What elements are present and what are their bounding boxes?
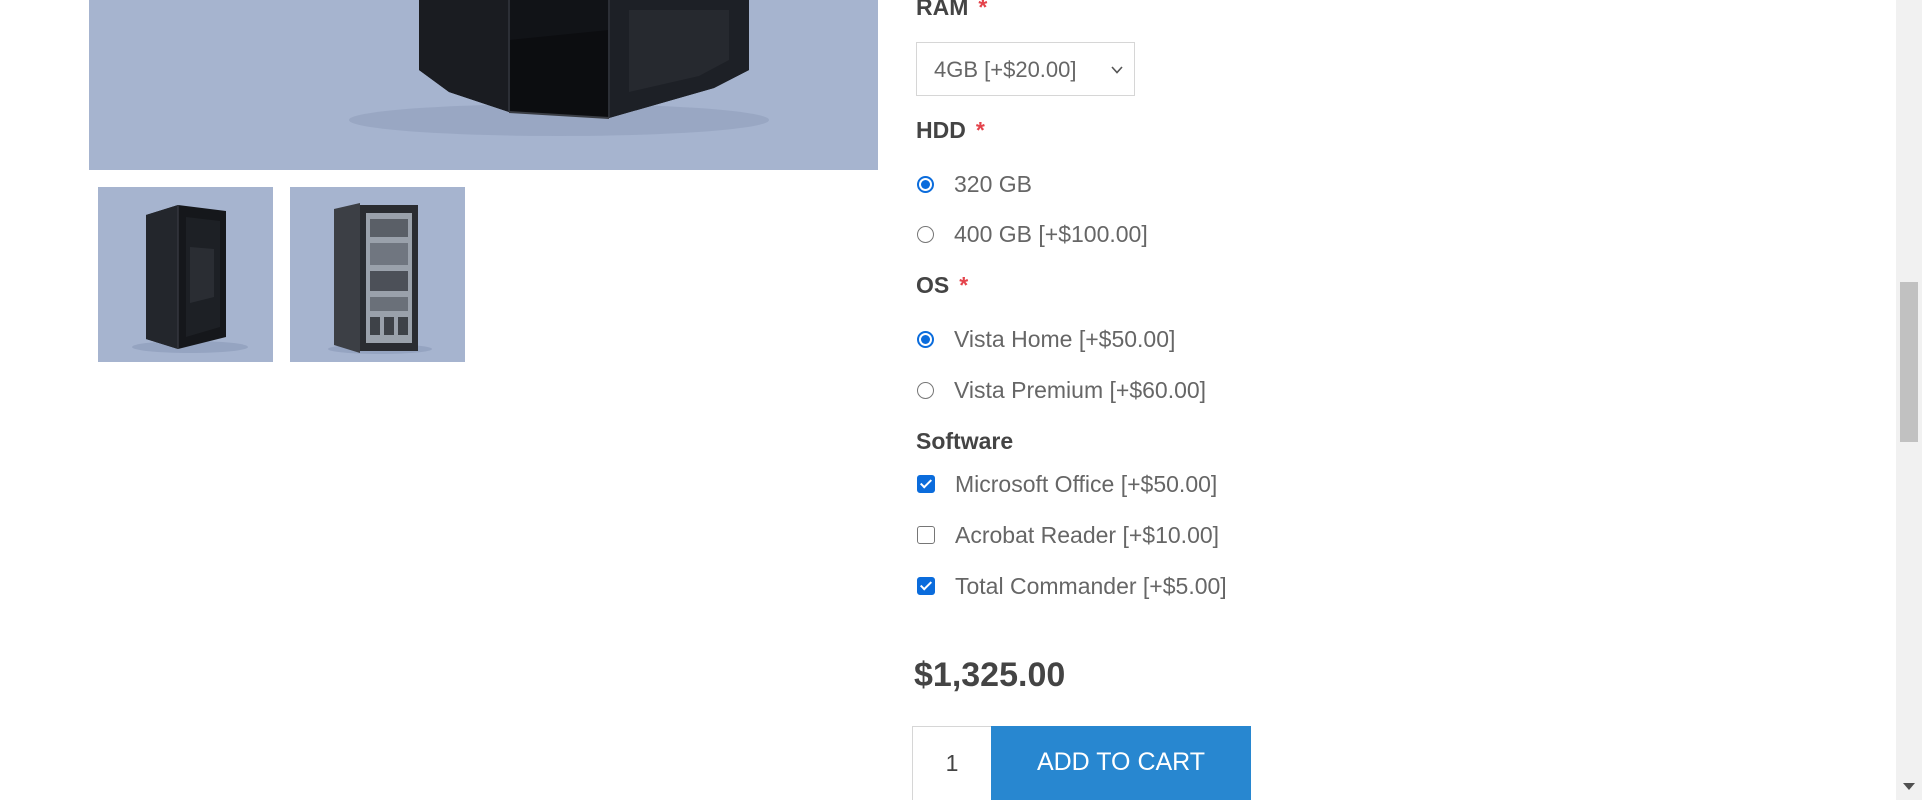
software-checkbox-label: Acrobat Reader [+$10.00] [955, 521, 1220, 548]
ram-select-value: 4GB [+$20.00] [934, 57, 1077, 82]
os-option-title: OS * [916, 272, 968, 299]
hdd-radio-label: 320 GB [954, 170, 1032, 197]
radio-button[interactable] [917, 225, 934, 243]
ram-select[interactable]: 4GB [+$20.00] [916, 42, 1135, 96]
os-radio-option[interactable]: Vista Premium [+$60.00] [916, 376, 1206, 404]
product-thumbnail-2[interactable] [290, 187, 465, 362]
hdd-radio-option[interactable]: 400 GB [+$100.00] [916, 220, 1148, 248]
radio-button[interactable] [917, 381, 934, 399]
add-to-cart-button[interactable]: ADD TO CART [991, 726, 1251, 800]
checkbox[interactable] [917, 577, 935, 595]
software-checkbox-label: Total Commander [+$5.00] [955, 572, 1227, 599]
product-price: $1,325.00 [914, 656, 1066, 694]
os-radio-label: Vista Premium [+$60.00] [954, 376, 1207, 403]
hdd-option-title: HDD * [916, 117, 985, 144]
os-radio-option[interactable]: Vista Home [+$50.00] [916, 325, 1175, 353]
checkbox[interactable] [917, 526, 935, 544]
ram-title-text: RAM [916, 0, 969, 20]
hdd-radio-label: 400 GB [+$100.00] [954, 220, 1148, 247]
product-page: RAM * 4GB [+$20.00] HDD * 320 GB 400 GB [+… [0, 0, 1922, 800]
ram-option-title: RAM * [916, 0, 987, 21]
scrollbar-thumb[interactable] [1900, 282, 1918, 442]
scroll-down-arrow-icon[interactable] [1903, 783, 1915, 790]
main-product-image[interactable] [89, 0, 878, 170]
radio-button[interactable] [917, 330, 934, 348]
required-asterisk: * [975, 117, 985, 143]
vertical-scrollbar[interactable] [1896, 0, 1922, 800]
os-radio-label: Vista Home [+$50.00] [954, 325, 1176, 352]
chevron-down-icon [1111, 66, 1123, 74]
quantity-input[interactable]: 1 [912, 726, 992, 800]
os-title-text: OS [916, 272, 950, 298]
required-asterisk: * [978, 0, 988, 20]
software-checkbox-option[interactable]: Microsoft Office [+$50.00] [916, 470, 1217, 498]
hdd-radio-option[interactable]: 320 GB [916, 170, 1032, 198]
software-checkbox-option[interactable]: Total Commander [+$5.00] [916, 572, 1227, 600]
product-thumbnail-1[interactable] [98, 187, 273, 362]
checkbox[interactable] [917, 475, 935, 493]
required-asterisk: * [959, 272, 969, 298]
radio-button[interactable] [917, 175, 934, 193]
software-checkbox-option[interactable]: Acrobat Reader [+$10.00] [916, 521, 1219, 549]
software-option-title: Software [916, 428, 1014, 454]
software-checkbox-label: Microsoft Office [+$50.00] [955, 470, 1218, 497]
hdd-title-text: HDD [916, 117, 966, 143]
